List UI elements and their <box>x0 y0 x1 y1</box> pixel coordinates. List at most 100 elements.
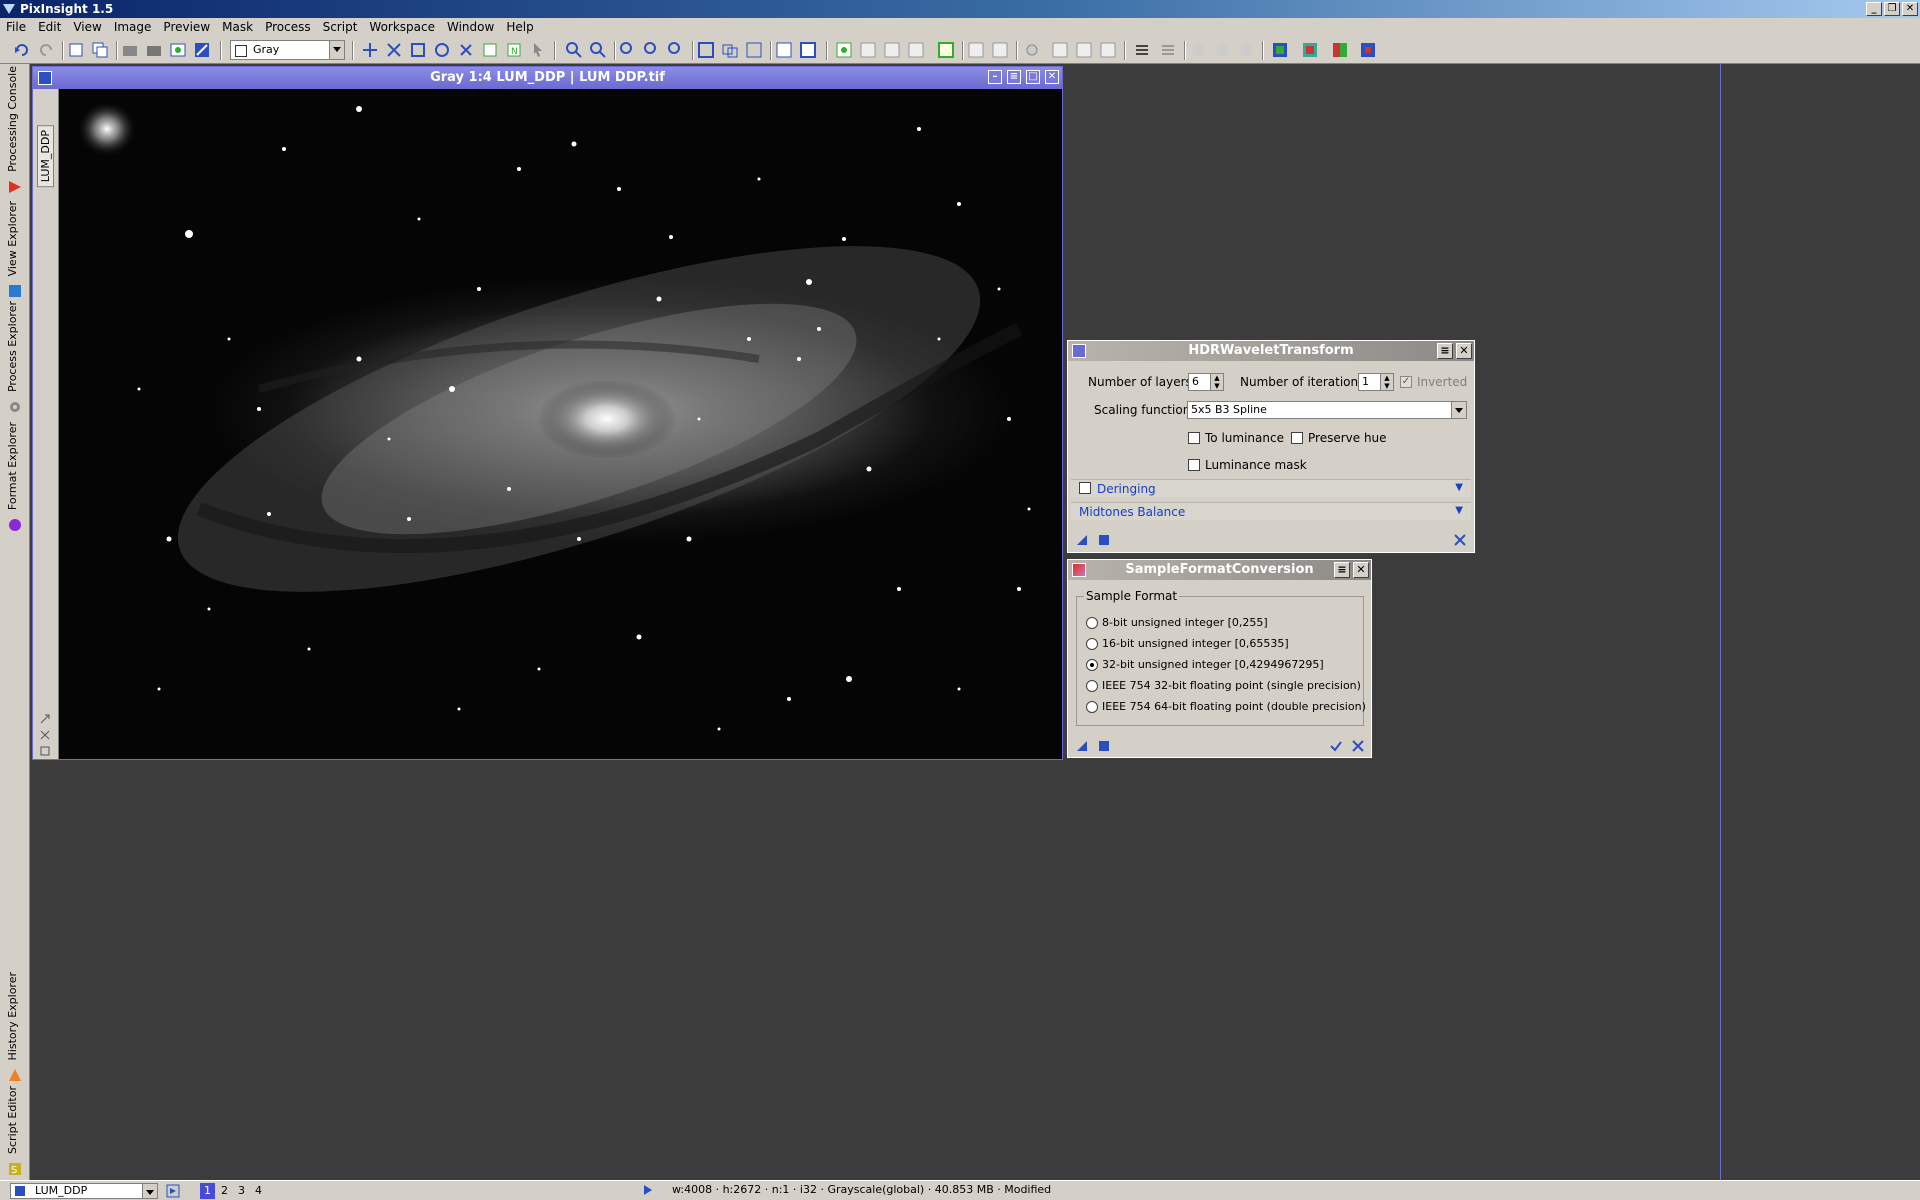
to-luminance-checkbox[interactable] <box>1188 432 1200 444</box>
tab-script-editor[interactable]: Script Editor S <box>2 1086 28 1178</box>
zoom-out-icon[interactable] <box>590 42 606 58</box>
rgb-channels-icon[interactable] <box>1272 42 1288 58</box>
format-radio-16bit[interactable] <box>1086 638 1098 650</box>
restore-button[interactable]: ❐ <box>1884 2 1900 16</box>
shade-icon[interactable]: ≡ <box>1437 343 1453 359</box>
view-selector[interactable]: LUM_DDP <box>10 1183 158 1199</box>
minimize-button[interactable]: _ <box>1866 2 1882 16</box>
deringing-checkbox[interactable] <box>1079 482 1091 494</box>
workspace-tab-2[interactable]: 2 <box>217 1183 232 1199</box>
zoom-in-icon[interactable] <box>566 42 582 58</box>
undo-icon[interactable] <box>14 42 30 58</box>
channel-icon[interactable] <box>1302 42 1318 58</box>
tool-g-icon[interactable] <box>1214 42 1230 58</box>
sample-format-dialog[interactable]: SampleFormatConversion ≡ ✕ Sample Format… <box>1067 559 1372 758</box>
midtones-section[interactable]: Midtones Balance ▼ <box>1071 502 1471 520</box>
reset-icon[interactable] <box>1454 534 1466 546</box>
new-image-icon[interactable] <box>68 42 84 58</box>
menu-mask[interactable]: Mask <box>216 18 259 37</box>
layers-spinbox[interactable]: 6 ▲ ▼ <box>1188 373 1224 391</box>
menu-edit[interactable]: Edit <box>32 18 67 37</box>
preview-2-icon[interactable] <box>992 42 1008 58</box>
workspace-tab-4[interactable]: 4 <box>251 1183 266 1199</box>
close-icon[interactable]: ✕ <box>1353 562 1369 578</box>
fit-view-icon[interactable] <box>386 42 402 58</box>
mask-mini-icon[interactable] <box>39 713 51 725</box>
tile-windows-icon[interactable] <box>722 42 738 58</box>
move-icon[interactable] <box>362 42 378 58</box>
apply-global-icon[interactable] <box>1098 740 1110 752</box>
tool-d-icon[interactable] <box>1134 42 1150 58</box>
tab-view-explorer[interactable]: View Explorer <box>2 200 28 300</box>
tool-b-icon[interactable] <box>1076 42 1092 58</box>
play-icon[interactable] <box>644 1185 652 1195</box>
workspace-tab-1[interactable]: 1 <box>200 1183 215 1199</box>
hand-icon[interactable] <box>1024 42 1040 58</box>
window-shade-icon[interactable]: ≡ <box>1007 70 1021 84</box>
close-button[interactable]: ✕ <box>1902 2 1918 16</box>
spin-arrows-icon[interactable]: ▲ ▼ <box>1210 374 1223 390</box>
tab-history-explorer[interactable]: History Explorer <box>2 970 28 1084</box>
apply-global-icon[interactable] <box>1098 534 1110 546</box>
image-window-titlebar[interactable]: Gray 1:4 LUM_DDP | LUM DDP.tif – ≡ □ ✕ <box>33 67 1062 89</box>
menu-help[interactable]: Help <box>500 18 539 37</box>
format-radio-float64[interactable] <box>1086 701 1098 713</box>
image-canvas[interactable] <box>59 89 1062 759</box>
format-radio-8bit[interactable] <box>1086 617 1098 629</box>
cascade-windows-icon[interactable] <box>746 42 762 58</box>
zoom-3-icon[interactable] <box>668 42 684 58</box>
tab-processing-console[interactable]: Processing Console <box>2 66 28 196</box>
workspace-tab-3[interactable]: 3 <box>234 1183 249 1199</box>
window-close-icon[interactable]: ✕ <box>1045 70 1059 84</box>
show-mask-icon[interactable] <box>938 42 954 58</box>
cursor-icon[interactable] <box>530 42 546 58</box>
iterations-spinbox[interactable]: 1 ▲ ▼ <box>1358 373 1394 391</box>
display-icon[interactable] <box>1360 42 1376 58</box>
view-tab-lum-ddp[interactable]: LUM_DDP <box>37 125 54 188</box>
fit-window-icon[interactable] <box>698 42 714 58</box>
menu-view[interactable]: View <box>67 18 107 37</box>
window-minimize-icon[interactable]: – <box>988 70 1002 84</box>
scaling-function-select[interactable]: 5x5 B3 Spline <box>1187 401 1467 419</box>
tab-format-explorer[interactable]: Format Explorer <box>2 420 28 534</box>
color-mode-icon[interactable] <box>1332 42 1348 58</box>
tool-e-icon[interactable] <box>1160 42 1176 58</box>
tool-c-icon[interactable] <box>1100 42 1116 58</box>
new-instance-icon[interactable] <box>1076 534 1088 546</box>
menu-script[interactable]: Script <box>317 18 364 37</box>
mask-2-icon[interactable] <box>884 42 900 58</box>
shade-icon[interactable]: ≡ <box>1334 562 1350 578</box>
zoom-2-icon[interactable] <box>644 42 660 58</box>
menu-preview[interactable]: Preview <box>157 18 216 37</box>
preserve-hue-checkbox[interactable] <box>1291 432 1303 444</box>
sfc-dialog-titlebar[interactable]: SampleFormatConversion ≡ ✕ <box>1068 560 1371 580</box>
zoom-rotate-icon[interactable] <box>458 42 474 58</box>
menu-window[interactable]: Window <box>441 18 500 37</box>
apply-check-icon[interactable] <box>1330 740 1342 752</box>
menu-workspace[interactable]: Workspace <box>363 18 441 37</box>
stf-icon[interactable] <box>194 42 210 58</box>
redo-icon[interactable] <box>38 42 54 58</box>
mask-1-icon[interactable] <box>860 42 876 58</box>
mask-3-icon[interactable] <box>908 42 924 58</box>
open-icon[interactable] <box>122 42 138 58</box>
new-preview-icon[interactable] <box>482 42 498 58</box>
tool-f-icon[interactable] <box>1190 42 1206 58</box>
reset-icon[interactable] <box>1352 740 1364 752</box>
tool-h-icon[interactable] <box>1238 42 1254 58</box>
save-icon[interactable] <box>146 42 162 58</box>
fullscreen-icon[interactable] <box>800 42 816 58</box>
view-nav-icon[interactable] <box>166 1184 180 1198</box>
close-icon[interactable]: ✕ <box>1456 343 1472 359</box>
luminance-mask-checkbox[interactable] <box>1188 459 1200 471</box>
menu-image[interactable]: Image <box>108 18 158 37</box>
new-mask-icon[interactable]: N <box>506 42 522 58</box>
tab-process-explorer[interactable]: Process Explorer <box>2 301 28 416</box>
tool-a-icon[interactable] <box>1052 42 1068 58</box>
screen-icon[interactable] <box>776 42 792 58</box>
window-maximize-icon[interactable]: □ <box>1026 70 1040 84</box>
zoom-1-1-icon[interactable] <box>434 42 450 58</box>
new-instance-icon[interactable] <box>1076 740 1088 752</box>
inverted-checkbox[interactable]: ✓ <box>1400 376 1412 388</box>
spin-arrows-icon[interactable]: ▲ ▼ <box>1380 374 1393 390</box>
